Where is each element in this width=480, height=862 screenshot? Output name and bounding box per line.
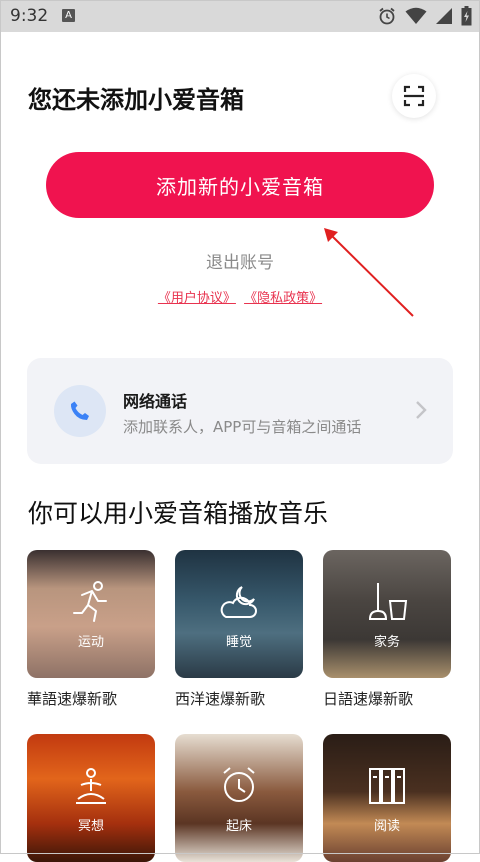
network-call-card[interactable]: 网络通话 添加联系人，APP可与音箱之间通话 <box>27 358 453 464</box>
mop-bucket-icon <box>368 582 408 620</box>
tile-label: 阅读 <box>373 818 400 834</box>
tile-overlay: 阅读 <box>323 734 451 862</box>
tile-sport[interactable]: 运动 <box>27 550 155 678</box>
status-time: 9:32 <box>10 6 49 26</box>
wifi-icon <box>405 7 427 24</box>
page-title: 您还未添加小爱音箱 <box>28 86 244 114</box>
phone-icon-wrap <box>54 385 106 437</box>
signal-icon <box>436 8 452 24</box>
tile-label: 冥想 <box>77 818 104 834</box>
tile-caption: 華語速爆新歌 <box>27 690 118 708</box>
tile-caption: 日語速爆新歌 <box>323 690 414 708</box>
tile-label: 睡觉 <box>225 634 252 650</box>
tile-wakeup[interactable]: 起床 <box>175 734 303 862</box>
notification-badge-icon: A <box>62 9 75 22</box>
scan-button[interactable] <box>392 74 436 118</box>
scan-icon <box>403 85 425 107</box>
add-speaker-button[interactable]: 添加新的小爱音箱 <box>46 152 434 218</box>
tile-label: 运动 <box>77 634 104 650</box>
call-card-title: 网络通话 <box>123 392 188 411</box>
running-icon <box>73 580 107 622</box>
tile-caption: 西洋速爆新歌 <box>175 690 266 708</box>
cloud-moon-icon <box>220 585 257 618</box>
tile-overlay: 冥想 <box>27 734 155 862</box>
tile-meditation[interactable]: 冥想 <box>27 734 155 862</box>
tile-reading[interactable]: 阅读 <box>323 734 451 862</box>
battery-icon <box>461 6 472 26</box>
tile-overlay: 睡觉 <box>175 550 303 678</box>
annotation-arrow-icon <box>324 228 414 317</box>
books-icon <box>369 767 405 804</box>
status-bar: 9:32 A <box>0 0 480 32</box>
tile-overlay: 运动 <box>27 550 155 678</box>
alarm-clock-icon <box>223 766 255 802</box>
status-icons <box>377 6 472 26</box>
tile-sleep[interactable]: 睡觉 <box>175 550 303 678</box>
tile-overlay: 家务 <box>323 550 451 678</box>
chevron-right-icon <box>416 401 427 419</box>
privacy-policy-link[interactable]: 《隐私政策》 <box>244 291 322 306</box>
user-agreement-link[interactable]: 《用户协议》 <box>158 291 236 306</box>
call-card-subtitle: 添加联系人，APP可与音箱之间通话 <box>123 418 362 436</box>
tile-label: 家务 <box>373 634 400 650</box>
alarm-icon <box>379 7 395 25</box>
phone-icon <box>70 401 89 420</box>
tile-overlay: 起床 <box>175 734 303 862</box>
tile-label: 起床 <box>225 818 252 834</box>
music-section-title: 你可以用小爱音箱播放音乐 <box>28 499 329 528</box>
meditation-icon <box>76 767 106 804</box>
tile-housework[interactable]: 家务 <box>323 550 451 678</box>
